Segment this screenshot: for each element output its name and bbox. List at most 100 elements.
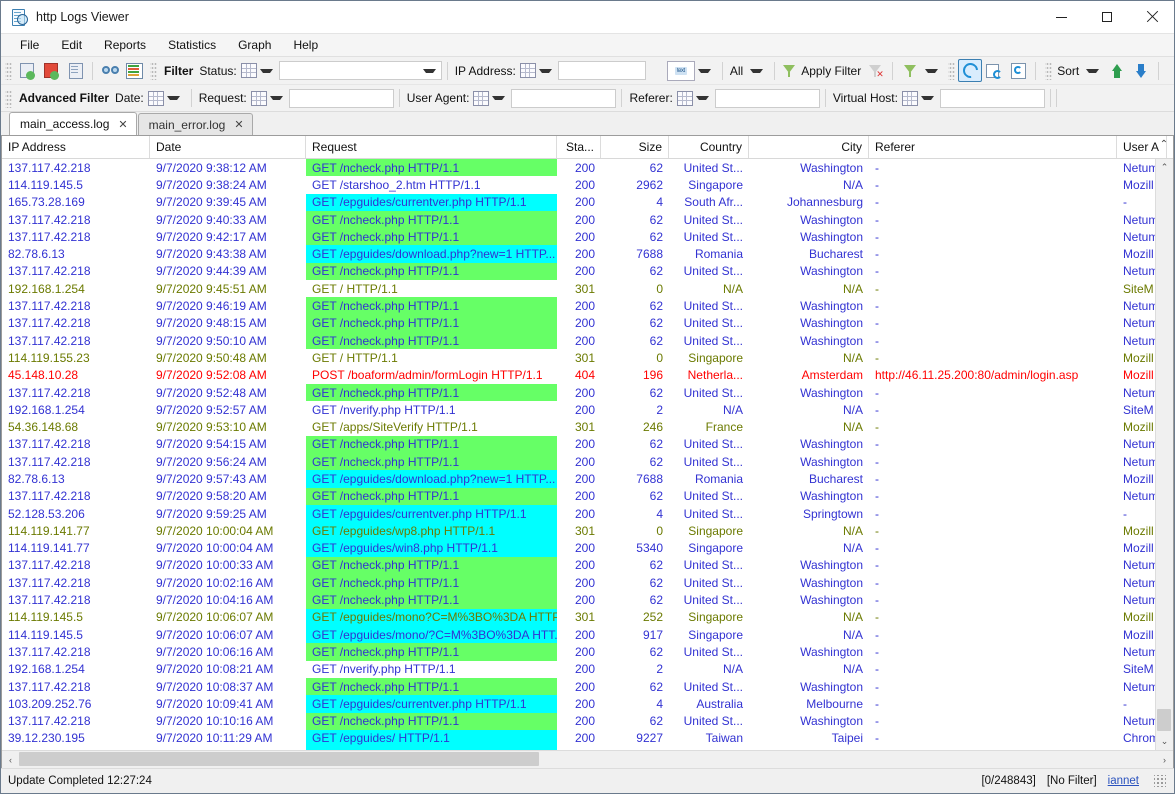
apply-filter-button[interactable]: Apply Filter bbox=[780, 63, 863, 78]
sort-toolbar-grip[interactable] bbox=[1045, 61, 1052, 80]
menu-help[interactable]: Help bbox=[282, 36, 329, 54]
table-row[interactable]: 192.168.1.2549/7/2020 10:08:21 AMGET /nv… bbox=[2, 661, 1173, 678]
horizontal-scrollbar[interactable]: ‹ › bbox=[2, 750, 1173, 768]
reload-page-button[interactable] bbox=[1006, 59, 1030, 82]
sort-dropdown-caret-icon[interactable] bbox=[1086, 69, 1099, 73]
all-dropdown-caret-icon[interactable] bbox=[750, 69, 763, 73]
maximize-button[interactable] bbox=[1084, 1, 1129, 33]
table-row[interactable]: 137.117.42.2189/7/2020 9:50:10 AMGET /nc… bbox=[2, 332, 1173, 349]
ip-filter-input[interactable] bbox=[558, 61, 646, 80]
scroll-right-button[interactable]: › bbox=[1156, 755, 1173, 765]
clear-filter-button[interactable]: ✕ bbox=[863, 59, 887, 82]
user-agent-filter-input[interactable] bbox=[511, 89, 616, 108]
table-row[interactable]: 114.119.145.59/7/2020 10:06:07 AMGET /ep… bbox=[2, 609, 1173, 626]
table-row[interactable]: 52.128.53.2069/7/2020 9:59:25 AMGET /epg… bbox=[2, 505, 1173, 522]
horizontal-scroll-thumb[interactable] bbox=[19, 752, 539, 766]
table-row[interactable]: 54.36.148.689/7/2020 9:53:10 AMGET /apps… bbox=[2, 418, 1173, 435]
table-row[interactable]: 137.117.42.2189/7/2020 9:46:19 AMGET /nc… bbox=[2, 297, 1173, 314]
date-grid-picker-icon[interactable] bbox=[148, 91, 164, 106]
table-row[interactable]: 137.117.42.2189/7/2020 10:04:16 AMGET /n… bbox=[2, 591, 1173, 608]
table-row[interactable]: 137.117.42.2189/7/2020 9:48:15 AMGET /nc… bbox=[2, 315, 1173, 332]
column-header-status[interactable]: Sta... bbox=[557, 136, 601, 158]
vertical-scroll-thumb[interactable] bbox=[1157, 709, 1171, 731]
remove-log-icon[interactable] bbox=[39, 59, 63, 82]
column-header-date[interactable]: Date bbox=[150, 136, 306, 158]
table-row[interactable]: 114.119.141.779/7/2020 10:00:04 AMGET /e… bbox=[2, 522, 1173, 539]
date-dropdown-caret-icon[interactable] bbox=[167, 96, 180, 100]
user-agent-grid-picker-icon[interactable] bbox=[473, 91, 489, 106]
menu-reports[interactable]: Reports bbox=[93, 36, 157, 54]
virtual-host-filter-input[interactable] bbox=[940, 89, 1045, 108]
column-header-ip[interactable]: IP Address bbox=[2, 136, 150, 158]
table-row[interactable]: 103.209.252.769/7/2020 10:09:41 AMGET /e… bbox=[2, 695, 1173, 712]
table-row[interactable]: 39.12.230.1959/7/2020 10:11:29 AMGET /ep… bbox=[2, 730, 1173, 747]
table-row[interactable]: 137.117.42.2189/7/2020 10:08:37 AMGET /n… bbox=[2, 678, 1173, 695]
table-row[interactable]: 82.78.6.139/7/2020 9:57:43 AMGET /epguid… bbox=[2, 470, 1173, 487]
table-row[interactable]: 137.117.42.2189/7/2020 9:44:39 AMGET /nc… bbox=[2, 263, 1173, 280]
ip-dropdown-caret-icon[interactable] bbox=[539, 69, 552, 73]
scroll-left-button[interactable]: ‹ bbox=[2, 755, 19, 765]
request-filter-input[interactable] bbox=[289, 89, 394, 108]
add-log-icon[interactable] bbox=[15, 59, 39, 82]
refresh-toolbar-grip[interactable] bbox=[948, 61, 955, 80]
list-view-icon[interactable] bbox=[122, 59, 146, 82]
tab-main-error-log-close-icon[interactable]: ✕ bbox=[234, 118, 243, 131]
tab-main-access-log-close-icon[interactable]: ✕ bbox=[118, 118, 127, 131]
referer-grid-picker-icon[interactable] bbox=[677, 91, 693, 106]
table-row[interactable]: 137.117.42.2189/7/2020 9:52:48 AMGET /nc… bbox=[2, 384, 1173, 401]
status-dropdown-caret-icon[interactable] bbox=[260, 69, 273, 73]
tab-main-error-log[interactable]: main_error.log ✕ bbox=[138, 113, 253, 135]
referer-filter-input[interactable] bbox=[715, 89, 820, 108]
status-grid-picker-icon[interactable] bbox=[241, 63, 257, 78]
referer-dropdown-caret-icon[interactable] bbox=[696, 96, 709, 100]
request-dropdown-caret-icon[interactable] bbox=[270, 96, 283, 100]
sort-ascending-button[interactable] bbox=[1105, 59, 1129, 82]
filter-toolbar-grip[interactable] bbox=[150, 61, 157, 80]
table-row[interactable]: 45.148.10.289/7/2020 9:52:08 AMPOST /boa… bbox=[2, 367, 1173, 384]
column-header-referer[interactable]: Referer bbox=[869, 136, 1117, 158]
table-row[interactable]: 114.119.155.239/7/2020 9:50:48 AMGET / H… bbox=[2, 349, 1173, 366]
table-row[interactable]: 114.119.145.59/7/2020 9:38:24 AMGET /sta… bbox=[2, 176, 1173, 193]
refresh-all-button[interactable] bbox=[982, 59, 1006, 82]
table-row[interactable]: 137.117.42.2189/7/2020 10:06:16 AMGET /n… bbox=[2, 643, 1173, 660]
table-row[interactable]: 82.78.6.139/7/2020 9:43:38 AMGET /epguid… bbox=[2, 245, 1173, 262]
log-properties-icon[interactable] bbox=[63, 59, 87, 82]
table-row[interactable]: 137.117.42.2189/7/2020 10:00:33 AMGET /n… bbox=[2, 557, 1173, 574]
table-row[interactable]: 192.168.1.2549/7/2020 9:45:51 AMGET / HT… bbox=[2, 280, 1173, 297]
filter-options-button[interactable] bbox=[898, 59, 922, 82]
toolbar-grip[interactable] bbox=[5, 61, 12, 80]
menu-statistics[interactable]: Statistics bbox=[157, 36, 227, 54]
status-link[interactable]: iannet bbox=[1108, 775, 1139, 787]
filter-options-caret-icon[interactable] bbox=[925, 69, 938, 73]
table-row[interactable]: 137.117.42.2189/7/2020 9:56:24 AMGET /nc… bbox=[2, 453, 1173, 470]
table-row[interactable]: 137.117.42.2189/7/2020 9:38:12 AMGET /nc… bbox=[2, 159, 1173, 176]
table-row[interactable]: 114.119.145.59/7/2020 10:06:07 AMGET /ep… bbox=[2, 626, 1173, 643]
table-row[interactable]: 137.117.42.2189/7/2020 10:02:16 AMGET /n… bbox=[2, 574, 1173, 591]
resize-grip-icon[interactable] bbox=[1154, 775, 1166, 787]
minimize-button[interactable] bbox=[1039, 1, 1084, 33]
field-selector-caret-icon[interactable] bbox=[698, 69, 711, 73]
scroll-up-button[interactable]: ⌃ bbox=[1156, 159, 1173, 176]
table-row[interactable]: 114.119.141.779/7/2020 10:00:04 AMGET /e… bbox=[2, 540, 1173, 557]
user-agent-dropdown-caret-icon[interactable] bbox=[492, 96, 505, 100]
scroll-down-button[interactable]: ⌄ bbox=[1156, 733, 1173, 750]
vertical-scrollbar[interactable]: ⌃ ⌄ bbox=[1155, 159, 1173, 750]
column-header-country[interactable]: Country bbox=[669, 136, 749, 158]
field-selector-combo[interactable]: text bbox=[667, 61, 695, 81]
column-header-city[interactable]: City bbox=[749, 136, 869, 158]
status-filter-combo[interactable] bbox=[279, 61, 442, 80]
table-row[interactable]: 137.117.42.2189/7/2020 9:58:20 AMGET /nc… bbox=[2, 488, 1173, 505]
table-row[interactable]: 192.168.1.2549/7/2020 9:52:57 AMGET /nve… bbox=[2, 401, 1173, 418]
virtual-host-dropdown-caret-icon[interactable] bbox=[921, 96, 934, 100]
table-row[interactable]: 137.117.42.2189/7/2020 9:54:15 AMGET /nc… bbox=[2, 436, 1173, 453]
table-row[interactable]: 137.117.42.2189/7/2020 9:42:17 AMGET /nc… bbox=[2, 228, 1173, 245]
advanced-filter-grip[interactable] bbox=[5, 89, 12, 108]
sort-descending-button[interactable] bbox=[1129, 59, 1153, 82]
menu-graph[interactable]: Graph bbox=[227, 36, 282, 54]
menu-file[interactable]: File bbox=[9, 36, 50, 54]
table-row[interactable]: 137.117.42.2189/7/2020 10:10:16 AMGET /n… bbox=[2, 713, 1173, 730]
table-row[interactable]: 165.73.28.1699/7/2020 9:39:45 AMGET /epg… bbox=[2, 194, 1173, 211]
table-row[interactable]: 137.117.42.2189/7/2020 9:40:33 AMGET /nc… bbox=[2, 211, 1173, 228]
close-button[interactable] bbox=[1129, 1, 1174, 33]
column-header-request[interactable]: Request bbox=[306, 136, 557, 158]
